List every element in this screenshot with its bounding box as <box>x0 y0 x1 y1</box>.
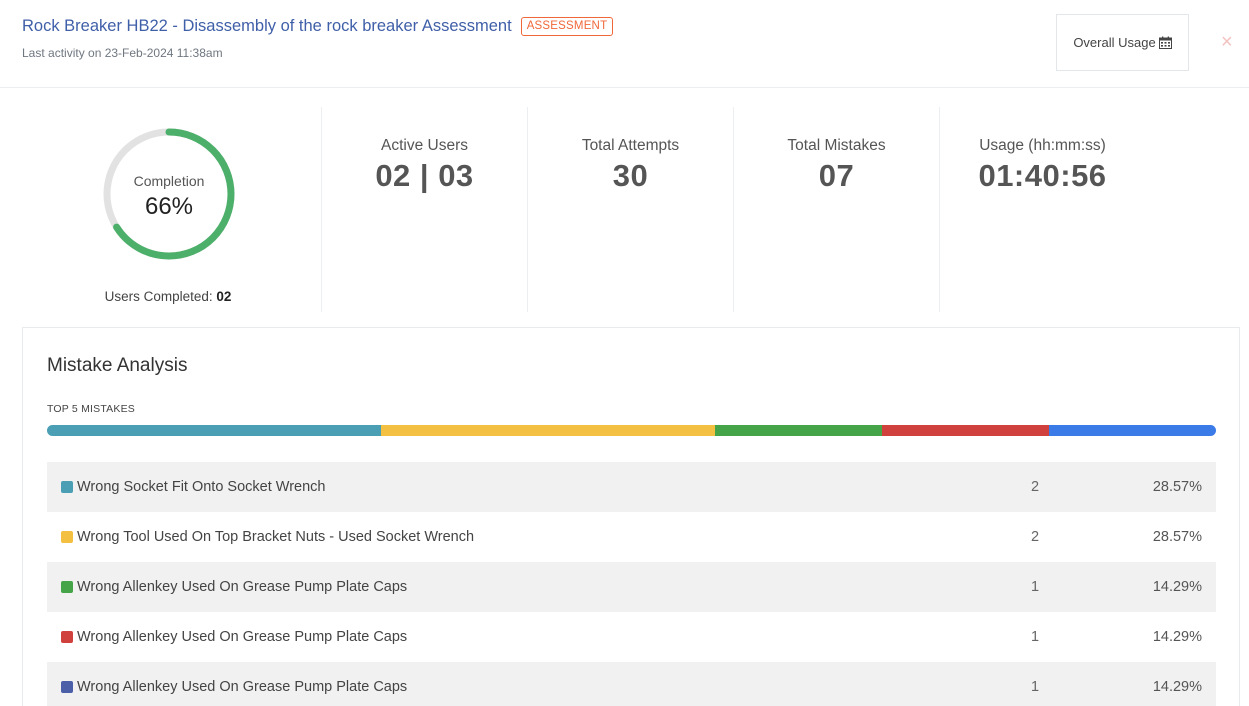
stat-label: Total Mistakes <box>787 137 886 154</box>
stats-section: Completion 66% Users Completed: 02 Activ… <box>0 89 1249 327</box>
stat-active-users: Active Users 02 | 03 <box>322 137 527 194</box>
mistake-count: 1 <box>1031 679 1040 695</box>
users-completed: Users Completed: 02 <box>0 289 336 304</box>
stat-value: 07 <box>818 158 855 193</box>
legend-swatch <box>61 481 73 493</box>
mistake-row: Wrong Allenkey Used On Grease Pump Plate… <box>47 662 1216 706</box>
mistake-analysis-panel: Mistake Analysis TOP 5 MISTAKES Wrong So… <box>22 327 1240 706</box>
calendar-icon <box>1158 36 1172 49</box>
stat-value: 02 | 03 <box>375 158 474 193</box>
mistake-row: Wrong Allenkey Used On Grease Pump Plate… <box>47 612 1216 662</box>
panel-subtitle: TOP 5 MISTAKES <box>47 403 135 415</box>
mistake-count: 2 <box>1031 479 1040 495</box>
mistake-label: Wrong Allenkey Used On Grease Pump Plate… <box>77 629 408 645</box>
mistake-label: Wrong Socket Fit Onto Socket Wrench <box>77 479 326 495</box>
completion-value: 66% <box>144 193 194 220</box>
stat-usage: Usage (hh:mm:ss) 01:40:56 <box>940 137 1145 194</box>
panel-title: Mistake Analysis <box>47 355 188 376</box>
mistake-label: Wrong Tool Used On Top Bracket Nuts - Us… <box>77 529 475 545</box>
legend-swatch <box>61 531 73 543</box>
mistake-list: Wrong Socket Fit Onto Socket Wrench 2 28.5… <box>47 462 1216 706</box>
completion-label: Completion <box>133 173 205 189</box>
legend-swatch <box>61 581 73 593</box>
mistake-percent: 14.29% <box>1152 629 1202 645</box>
bar-segment <box>47 425 381 436</box>
users-completed-label: Users Completed: <box>104 289 213 304</box>
stat-label: Active Users <box>381 137 468 154</box>
mistake-row: Wrong Allenkey Used On Grease Pump Plate… <box>47 562 1216 612</box>
stat-total-attempts: Total Attempts 30 <box>528 137 733 194</box>
mistake-label: Wrong Allenkey Used On Grease Pump Plate… <box>77 679 408 695</box>
mistake-count: 1 <box>1031 629 1040 645</box>
title-row: Rock Breaker HB22 - Disassembly of the r… <box>22 17 614 36</box>
legend-swatch <box>61 681 73 693</box>
mistake-count: 2 <box>1031 529 1040 545</box>
bar-segment <box>1048 425 1216 436</box>
stat-value: 30 <box>612 158 649 193</box>
mistake-row: Wrong Tool Used On Top Bracket Nuts - Us… <box>47 512 1216 562</box>
mistake-label: Wrong Allenkey Used On Grease Pump Plate… <box>77 579 408 595</box>
bar-segment <box>881 425 1049 436</box>
bar-segment <box>714 425 882 436</box>
page-title: Rock Breaker HB22 - Disassembly of the r… <box>22 17 512 35</box>
completion-ring: Completion 66% <box>100 125 238 263</box>
overall-usage-label: Overall Usage <box>1073 35 1156 50</box>
mistake-count: 1 <box>1031 579 1040 595</box>
close-icon[interactable]: × <box>1221 32 1233 52</box>
assessment-badge: ASSESSMENT <box>520 17 614 36</box>
last-activity-text: Last activity on 23-Feb-2024 11:38am <box>22 46 223 60</box>
mistake-percent: 14.29% <box>1152 679 1202 695</box>
mistake-percent: 28.57% <box>1152 479 1202 495</box>
stat-value: 01:40:56 <box>978 158 1107 193</box>
mistake-percent: 28.57% <box>1152 529 1202 545</box>
page-header: Rock Breaker HB22 - Disassembly of the r… <box>0 0 1249 88</box>
stat-label: Total Attempts <box>581 137 680 154</box>
stat-total-mistakes: Total Mistakes 07 <box>734 137 939 194</box>
mistake-percent: 14.29% <box>1152 579 1202 595</box>
stat-label: Usage (hh:mm:ss) <box>979 137 1106 154</box>
legend-swatch <box>61 631 73 643</box>
bar-segment <box>380 425 715 436</box>
overall-usage-button[interactable]: Overall Usage <box>1056 14 1189 71</box>
mistake-row: Wrong Socket Fit Onto Socket Wrench 2 28.5… <box>47 462 1216 512</box>
users-completed-value: 02 <box>216 289 232 304</box>
mistake-distribution-bar <box>47 425 1216 436</box>
